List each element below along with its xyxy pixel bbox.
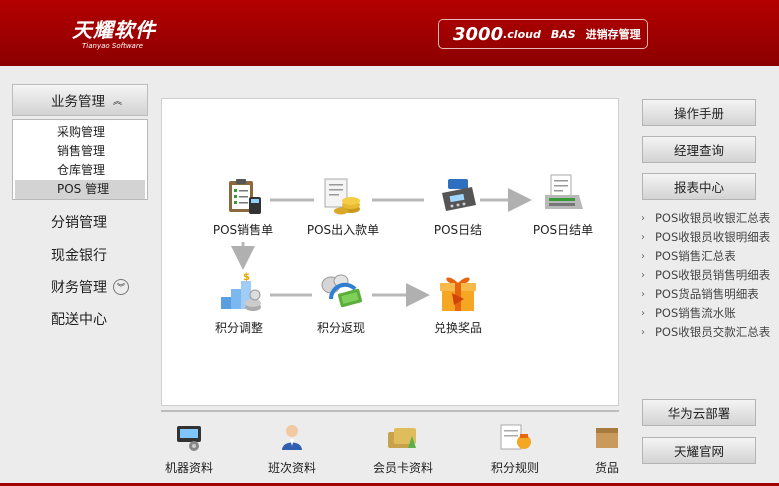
sidebar-item-label: 现金银行 bbox=[51, 248, 107, 264]
sidebar-item-label: 分销管理 bbox=[51, 215, 107, 231]
report-list: › POS收银员收银汇总表 › POS收银员收银明细表 › POS销售汇总表 › POS… bbox=[641, 211, 776, 344]
node-redeem-prize[interactable]: 兑换奖品 bbox=[408, 271, 508, 336]
member-card-icon bbox=[388, 428, 416, 448]
menu-head-label: 业务管理 bbox=[51, 94, 105, 110]
official-site-button[interactable]: 天耀官网 bbox=[642, 437, 756, 464]
shortcut-label: 货品 bbox=[594, 461, 619, 475]
sidebar-item-cash-bank[interactable]: 现金银行 bbox=[51, 245, 107, 265]
chevron-right-icon: › bbox=[641, 213, 645, 224]
huawei-cloud-label: 华为云部署 bbox=[667, 406, 731, 421]
points-rule-icon bbox=[500, 424, 531, 450]
manager-query-button[interactable]: 经理查询 bbox=[642, 136, 756, 163]
product-cloud: .cloud bbox=[503, 27, 541, 41]
node-pos-daily-report[interactable]: POS日结单 bbox=[513, 173, 613, 238]
sidebar-item-label: 配送中心 bbox=[51, 312, 107, 328]
product-bas: BAS bbox=[550, 27, 576, 41]
chevron-right-icon: › bbox=[641, 270, 645, 281]
shortcut-points-rule[interactable]: 积分规则 bbox=[475, 422, 555, 476]
chevron-right-icon: › bbox=[641, 232, 645, 243]
shortcut-label: 机器资料 bbox=[164, 461, 213, 475]
manual-label: 操作手册 bbox=[673, 106, 724, 121]
shortcut-goods[interactable]: 货品 bbox=[567, 422, 619, 476]
submenu-pos[interactable]: POS 管理 bbox=[15, 180, 145, 199]
clipboard-icon bbox=[229, 179, 261, 214]
receipt-coins-icon bbox=[324, 178, 360, 215]
logo: 天耀软件 Tianyao Software bbox=[72, 14, 156, 50]
report-link[interactable]: › POS货品销售明细表 bbox=[641, 287, 776, 302]
node-label: POS日结单 bbox=[532, 223, 594, 237]
sidebar-item-finance[interactable]: 财务管理 ︾ bbox=[51, 277, 129, 297]
node-points-cashback[interactable]: 积分返现 bbox=[291, 271, 391, 336]
staff-icon bbox=[282, 425, 302, 450]
product-banner: 3000 .cloud BAS 进销存管理 bbox=[438, 19, 648, 49]
workflow-panel: POS销售单 POS出入款单 POS日结 POS日结单 $ 积分调整 积分返现 … bbox=[161, 98, 619, 406]
svg-text:$: $ bbox=[243, 272, 250, 283]
header-bar: 天耀软件 Tianyao Software 3000 .cloud BAS 进销存… bbox=[0, 0, 779, 66]
report-link[interactable]: › POS收银员交款汇总表 bbox=[641, 325, 776, 340]
manager-query-label: 经理查询 bbox=[673, 143, 724, 158]
node-pos-cash-in-out[interactable]: POS出入款单 bbox=[293, 175, 393, 238]
sidebar-item-distribution-center[interactable]: 配送中心 bbox=[51, 309, 107, 329]
manual-button[interactable]: 操作手册 bbox=[642, 99, 756, 126]
chevron-right-icon: › bbox=[641, 289, 645, 300]
submenu-warehouse[interactable]: 仓库管理 bbox=[15, 161, 145, 180]
chevron-right-icon: › bbox=[641, 308, 645, 319]
node-pos-sales-order[interactable]: POS销售单 bbox=[193, 177, 293, 238]
report-link[interactable]: › POS收银员收银汇总表 bbox=[641, 211, 776, 226]
node-label: 积分返现 bbox=[316, 321, 365, 335]
card-reader-icon bbox=[442, 179, 476, 211]
huawei-cloud-button[interactable]: 华为云部署 bbox=[642, 399, 756, 426]
cash-return-icon bbox=[321, 274, 362, 308]
shortcut-label: 会员卡资料 bbox=[372, 461, 433, 475]
shortcut-member-card[interactable]: 会员卡资料 bbox=[363, 422, 443, 476]
shortcut-shift-info[interactable]: 班次资料 bbox=[252, 422, 332, 476]
chevron-down-circle-icon[interactable]: ︾ bbox=[113, 279, 129, 295]
shortcut-label: 班次资料 bbox=[267, 461, 316, 475]
shortcut-label: 积分规则 bbox=[490, 461, 539, 475]
machine-icon bbox=[177, 426, 201, 451]
node-label: 积分调整 bbox=[214, 321, 263, 335]
submenu-purchase[interactable]: 采购管理 bbox=[15, 123, 145, 142]
report-center-label: 报表中心 bbox=[673, 180, 724, 195]
workflow-arrows bbox=[231, 188, 532, 307]
chevron-right-icon: › bbox=[641, 251, 645, 262]
chevron-up-icon: ︽ bbox=[113, 96, 123, 107]
report-link[interactable]: › POS销售流水账 bbox=[641, 306, 776, 321]
coin-stack-icon: $ bbox=[221, 272, 261, 311]
logo-title: 天耀软件 bbox=[72, 18, 156, 42]
chevron-right-icon: › bbox=[641, 327, 645, 338]
menu-business-management[interactable]: 业务管理 ︽ bbox=[12, 84, 148, 116]
report-link[interactable]: › POS收银员收银明细表 bbox=[641, 230, 776, 245]
gift-icon bbox=[440, 277, 476, 311]
submenu-sales[interactable]: 销售管理 bbox=[15, 142, 145, 161]
divider bbox=[161, 410, 619, 412]
node-label: POS出入款单 bbox=[306, 223, 380, 237]
node-label: POS销售单 bbox=[212, 223, 274, 237]
report-link[interactable]: › POS收银员销售明细表 bbox=[641, 268, 776, 283]
node-label: 兑换奖品 bbox=[433, 321, 482, 335]
node-pos-daily-close[interactable]: POS日结 bbox=[408, 175, 508, 238]
sidebar-item-distribution[interactable]: 分销管理 bbox=[51, 212, 107, 232]
printer-report-icon bbox=[545, 174, 583, 209]
product-version: 3000 bbox=[453, 23, 504, 45]
product-system: 进销存管理 bbox=[585, 28, 641, 41]
report-center-button[interactable]: 报表中心 bbox=[642, 173, 756, 200]
logo-subtitle: Tianyao Software bbox=[82, 42, 144, 50]
official-site-label: 天耀官网 bbox=[673, 444, 724, 459]
shortcut-machine-info[interactable]: 机器资料 bbox=[161, 422, 229, 476]
bottom-shortcut-bar: 机器资料 班次资料 会员卡资料 积分规则 货品 bbox=[161, 410, 619, 483]
business-submenu: 采购管理 销售管理 仓库管理 POS 管理 bbox=[12, 119, 148, 200]
node-points-adjust[interactable]: $ 积分调整 bbox=[189, 271, 289, 336]
sidebar-item-label: 财务管理 bbox=[51, 280, 107, 296]
node-label: POS日结 bbox=[433, 223, 483, 237]
goods-icon bbox=[596, 428, 618, 448]
report-link[interactable]: › POS销售汇总表 bbox=[641, 249, 776, 264]
